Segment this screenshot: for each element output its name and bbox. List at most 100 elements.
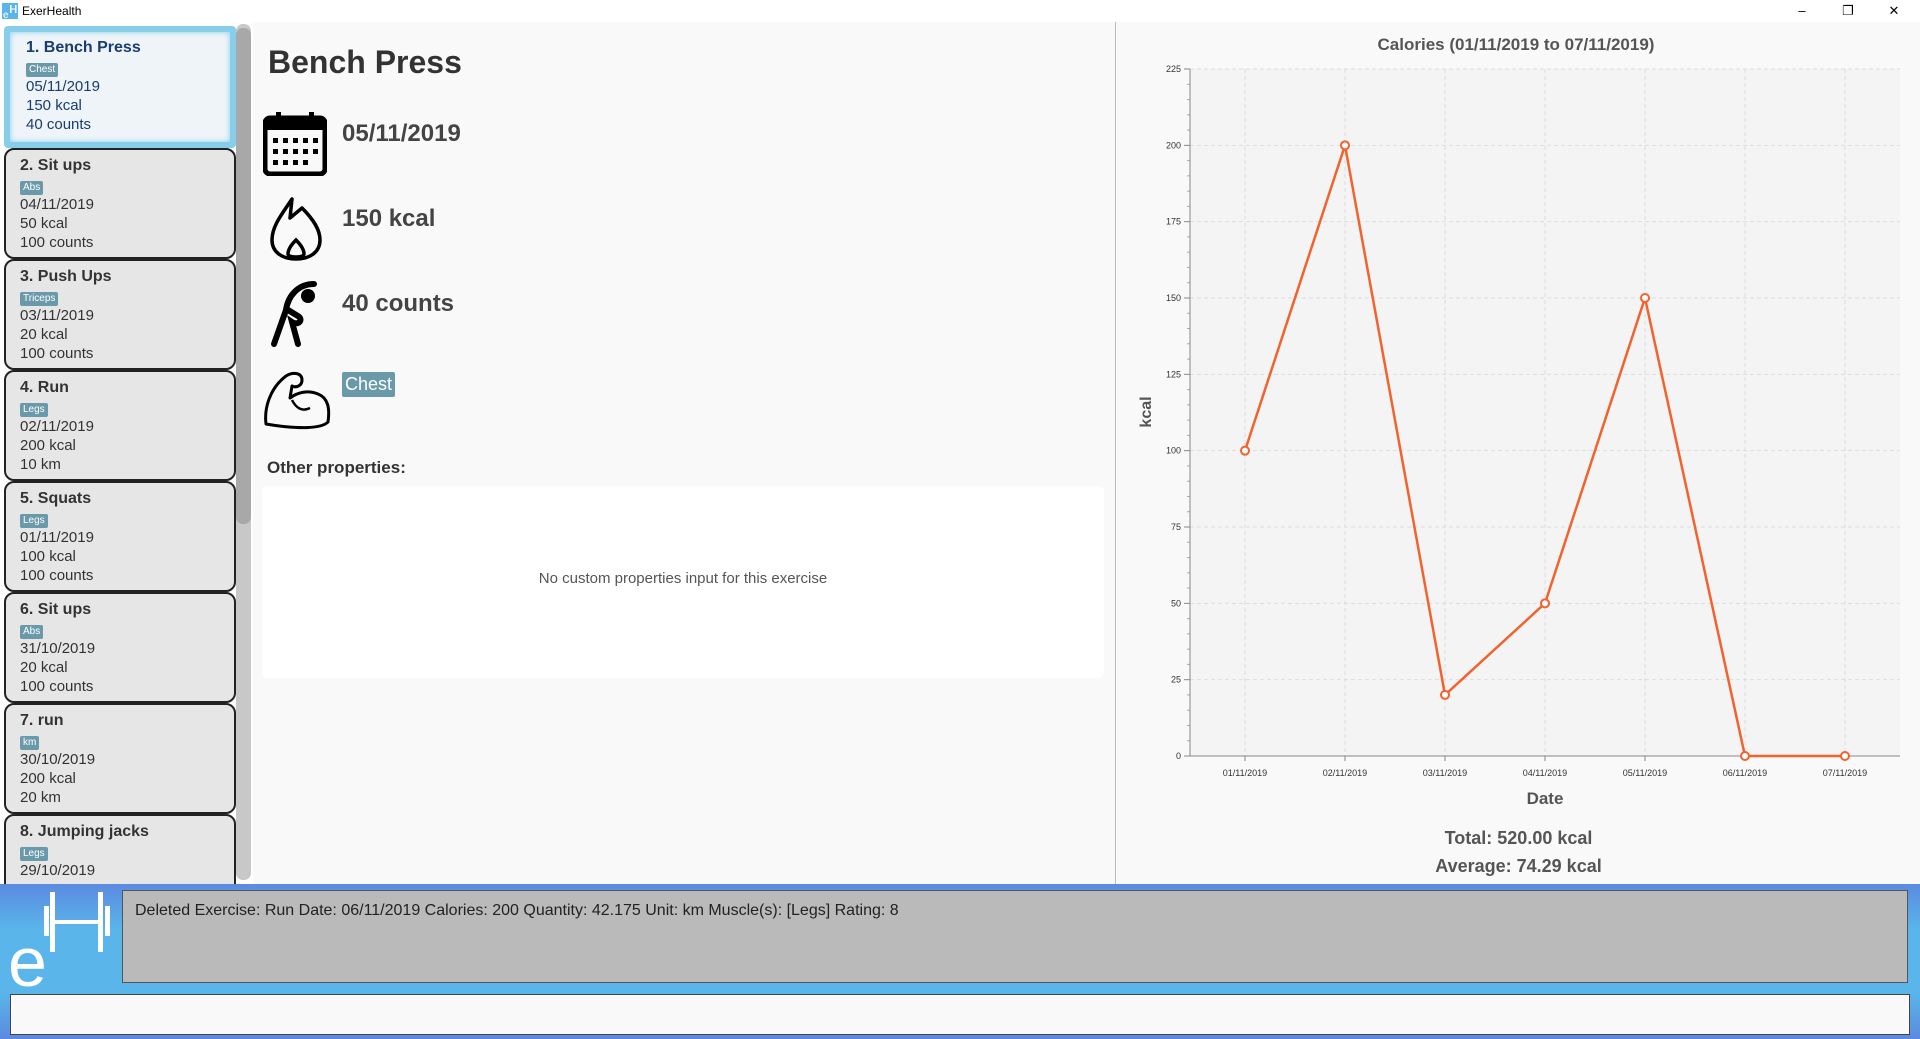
app-logo-icon: e	[2, 3, 18, 19]
no-properties-message: No custom properties input for this exer…	[538, 570, 828, 587]
x-tick-label: 02/11/2019	[1323, 768, 1367, 778]
other-properties-label: Other properties:	[267, 458, 406, 477]
exercise-detail-panel	[253, 22, 1115, 884]
y-tick-label: 25	[1171, 675, 1181, 685]
exercise-date: 05/11/2019	[26, 78, 100, 95]
muscle-tag: Legs	[20, 403, 48, 417]
y-tick-label: 0	[1176, 751, 1181, 761]
exercise-title: 1. Bench Press	[26, 39, 141, 56]
exercise-calories: 20 kcal	[20, 659, 68, 676]
exercise-title: 4. Run	[20, 379, 69, 396]
exercise-quantity: 100 counts	[20, 567, 94, 584]
y-tick-label: 75	[1171, 522, 1181, 532]
exercise-title: 8. Jumping jacks	[20, 823, 149, 840]
y-tick-label: 50	[1171, 598, 1181, 608]
exercise-quantity: 100 counts	[20, 678, 94, 695]
exercise-title: 5. Squats	[20, 490, 92, 507]
muscle-tag: Legs	[20, 514, 48, 528]
muscle-tag: Legs	[20, 847, 48, 861]
calendar-icon	[263, 112, 327, 176]
data-point	[1440, 689, 1450, 700]
detail-calories: 150 kcal	[342, 205, 436, 232]
result-display: Deleted Exercise: Run Date: 06/11/2019 C…	[122, 890, 1908, 983]
muscle-tag: Abs	[20, 625, 44, 639]
y-axis-label: kcal	[1138, 396, 1155, 427]
exercise-date: 04/11/2019	[20, 196, 94, 213]
data-point	[1340, 140, 1350, 151]
exercise-card[interactable]: 6. Sit ups Abs 31/10/2019 20 kcal 100 counts	[4, 592, 236, 703]
exercise-date: 03/11/2019	[20, 307, 94, 324]
detail-date: 05/11/2019	[342, 120, 461, 147]
exercise-calories: 50 kcal	[20, 215, 68, 232]
data-point	[1740, 751, 1750, 761]
exercise-quantity: 40 counts	[26, 116, 92, 133]
exerhealth-logo: e	[8, 892, 110, 990]
x-axis-label: Date	[1527, 789, 1564, 808]
y-tick-label: 200	[1166, 140, 1181, 150]
command-input[interactable]	[10, 994, 1910, 1035]
y-tick-label: 125	[1166, 369, 1181, 379]
y-tick-label: 175	[1166, 217, 1181, 227]
calories-chart: 0 25 50 75 100 125 150 175 200 225 01/11/2019 02/11…	[1138, 35, 1900, 808]
x-tick-label: 07/11/2019	[1823, 768, 1867, 778]
data-point	[1240, 445, 1250, 456]
data-point	[1640, 293, 1650, 303]
exercise-card[interactable]: 2. Sit ups Abs 04/11/2019 50 kcal 100 counts	[4, 148, 236, 259]
exercise-calories: 20 kcal	[20, 326, 68, 343]
exercise-title: 3. Push Ups	[20, 268, 112, 285]
detail-muscle-tag: Chest	[342, 372, 396, 397]
exercise-title: 2. Sit ups	[20, 157, 92, 174]
title-bar: e ExerHealth – ❐ ✕	[0, 0, 1920, 22]
exercise-quantity: 100 counts	[20, 345, 94, 362]
exercise-list[interactable]: 1. Bench Press Chest 05/11/2019 150 kcal 40 …	[0, 22, 253, 884]
exercise-calories: 100 kcal	[20, 548, 76, 565]
exercise-date: 01/11/2019	[20, 529, 94, 546]
exercise-title: 7. run	[20, 712, 64, 729]
exercise-title: 6. Sit ups	[20, 601, 92, 618]
panel-divider[interactable]	[1115, 22, 1116, 884]
exercise-card[interactable]: 1. Bench Press Chest 05/11/2019 150 kcal 40 …	[4, 26, 236, 148]
muscle-arm-icon	[264, 371, 331, 430]
app-title: ExerHealth	[22, 4, 82, 18]
custom-properties-box: No custom properties input for this exer…	[262, 486, 1104, 678]
close-button[interactable]: ✕	[1872, 0, 1916, 22]
average-calories: Average: 74.29 kcal	[1435, 856, 1602, 876]
x-tick-label: 03/11/2019	[1423, 768, 1467, 778]
exercise-calories: 150 kcal	[26, 97, 82, 114]
x-tick-label: 01/11/2019	[1223, 768, 1267, 778]
list-scrollbar-thumb[interactable]	[236, 28, 251, 524]
exercise-card[interactable]: 8. Jumping jacks Legs 29/10/2019	[4, 814, 236, 884]
y-tick-label: 150	[1166, 293, 1181, 303]
exercise-card[interactable]: 4. Run Legs 02/11/2019 200 kcal 10 km	[4, 370, 236, 481]
x-tick-label: 05/11/2019	[1623, 768, 1667, 778]
exercise-quantity: 100 counts	[20, 234, 94, 251]
restore-button[interactable]: ❐	[1826, 0, 1870, 22]
page-title: Bench Press	[268, 44, 462, 80]
muscle-tag: Chest	[26, 63, 59, 77]
exercise-calories: 200 kcal	[20, 437, 76, 454]
muscle-tag: Triceps	[20, 292, 59, 306]
exercise-calories: 200 kcal	[20, 770, 76, 787]
flame-icon	[270, 197, 322, 261]
exercise-quantity: 20 km	[20, 789, 61, 806]
chart-title: Calories (01/11/2019 to 07/11/2019)	[1378, 35, 1655, 54]
exercise-card[interactable]: 3. Push Ups Triceps 03/11/2019 20 kcal 100 c…	[4, 259, 236, 370]
exercise-date: 29/10/2019	[20, 862, 96, 879]
y-tick-label: 225	[1166, 64, 1181, 74]
data-point	[1840, 751, 1850, 761]
x-tick-label: 04/11/2019	[1523, 768, 1567, 778]
data-point	[1540, 598, 1550, 609]
muscle-tag: km	[20, 736, 40, 750]
exercise-date: 31/10/2019	[20, 640, 96, 657]
minimize-button[interactable]: –	[1780, 0, 1824, 22]
exercise-date: 30/10/2019	[20, 751, 96, 768]
y-tick-label: 100	[1166, 446, 1181, 456]
svg-text:e: e	[8, 923, 47, 990]
detail-quantity: 40 counts	[342, 290, 455, 317]
x-tick-label: 06/11/2019	[1723, 768, 1767, 778]
exercise-date: 02/11/2019	[20, 418, 94, 435]
svg-text:e: e	[3, 10, 9, 19]
exercise-card[interactable]: 7. run km 30/10/2019 200 kcal 20 km	[4, 703, 236, 814]
muscle-tag: Abs	[20, 181, 44, 195]
exercise-card[interactable]: 5. Squats Legs 01/11/2019 100 kcal 100 count…	[4, 481, 236, 592]
